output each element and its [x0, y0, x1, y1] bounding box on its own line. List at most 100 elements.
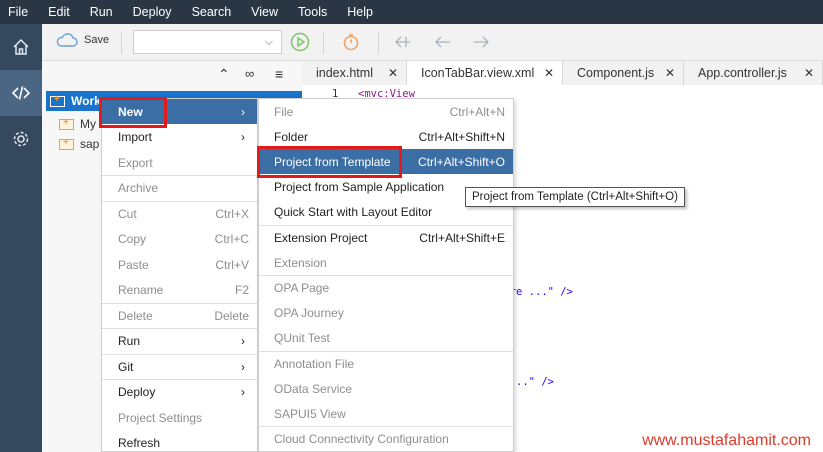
debug-button[interactable]: [340, 31, 362, 53]
close-icon[interactable]: ✕: [544, 66, 554, 80]
forward-button[interactable]: [470, 31, 492, 53]
menu-item-copy: Copy Ctrl+C: [102, 227, 257, 252]
submenu-item-label: File: [274, 104, 294, 119]
submenu-item-extension-project[interactable]: Extension Project Ctrl+Alt+Shift+E: [259, 225, 513, 250]
folder-icon: [59, 117, 74, 130]
development-button[interactable]: [0, 70, 42, 116]
chevron-right-icon: ›: [241, 334, 245, 348]
submenu-item-annotation-file: Annotation File: [259, 351, 513, 376]
menu-item-label: Archive: [118, 181, 159, 195]
submenu-item-extension: Extension: [259, 250, 513, 275]
tab-index-html[interactable]: index.html ✕: [302, 61, 407, 85]
menu-item-label: Run: [118, 334, 141, 348]
submenu-item-label: Extension: [274, 255, 327, 270]
menu-item-label: Rename: [118, 283, 164, 297]
chevron-down-icon: ⌵: [264, 36, 273, 48]
tab-label: index.html: [316, 66, 373, 80]
folder-icon: [50, 94, 65, 107]
tab-component-js[interactable]: Component.js ✕: [563, 61, 684, 85]
save-label: Save: [84, 34, 110, 46]
menu-item-label: Import: [118, 130, 153, 144]
highlight-box-new: [99, 97, 167, 128]
submenu-item-qunit-test: QUnit Test: [259, 326, 513, 351]
menubar: File Edit Run Deploy Search View Tools H…: [0, 0, 823, 24]
menu-item-label: Git: [118, 359, 134, 374]
save-button[interactable]: Save: [56, 33, 109, 47]
menu-item-deploy[interactable]: Deploy ›: [102, 380, 257, 405]
submenu-item-label: SAPUI5 View: [274, 406, 346, 421]
menu-item-label: Deploy: [118, 385, 156, 399]
menu-item-label: Cut: [118, 206, 137, 221]
submenu-item-label: Extension Project: [274, 230, 368, 245]
step-back-button[interactable]: [392, 31, 414, 53]
submenu-item-label: OPA Page: [274, 280, 330, 295]
menu-help[interactable]: Help: [347, 5, 373, 19]
menu-item-shortcut: Ctrl+X: [215, 206, 249, 221]
menu-item-import[interactable]: Import ›: [102, 125, 257, 150]
back-button[interactable]: [432, 31, 454, 53]
menu-item-shortcut: F2: [234, 283, 249, 297]
menu-item-shortcut: Ctrl+V: [215, 257, 249, 272]
tab-app-controller[interactable]: App.controller.js ✕: [684, 61, 823, 85]
menu-edit[interactable]: Edit: [48, 5, 70, 19]
watermark: www.mustafahamit.com: [642, 432, 811, 449]
menu-item-label: Delete: [118, 308, 153, 323]
submenu-item-label: Project from Sample Application: [274, 180, 445, 195]
ide-window: File Edit Run Deploy Search View Tools H…: [0, 0, 823, 452]
play-icon: [290, 32, 310, 52]
submenu-item-shortcut: Ctrl+Alt+Shift+N: [418, 129, 505, 144]
toolbar-divider: [121, 31, 122, 54]
menu-item-label: Export: [118, 155, 153, 170]
submenu-item-label: Cloud Connectivity Configuration: [274, 432, 449, 447]
menu-view[interactable]: View: [251, 5, 278, 19]
tree-item-label: My: [80, 117, 96, 131]
menu-tools[interactable]: Tools: [298, 5, 327, 19]
tree-item[interactable]: My: [59, 115, 96, 133]
submenu-item-file: File Ctrl+Alt+N: [259, 99, 513, 124]
tab-icontabbar-view[interactable]: IconTabBar.view.xml ✕: [407, 61, 563, 86]
menu-icon[interactable]: ≡: [275, 66, 283, 82]
close-icon[interactable]: ✕: [665, 66, 675, 80]
chevron-right-icon: ›: [241, 104, 245, 119]
submenu-item-sapui5-view: SAPUI5 View: [259, 401, 513, 426]
menu-item-refresh[interactable]: Refresh: [102, 431, 257, 452]
close-icon[interactable]: ✕: [804, 66, 814, 80]
chevron-right-icon: ›: [241, 359, 245, 374]
toolbar: Save ⌵: [42, 24, 823, 61]
settings-button[interactable]: [0, 116, 42, 162]
menu-item-rename: Rename F2: [102, 278, 257, 303]
run-config-select[interactable]: ⌵: [133, 30, 282, 54]
menu-item-cut: Cut Ctrl+X: [102, 201, 257, 226]
menu-item-shortcut: Ctrl+C: [214, 232, 249, 246]
home-button[interactable]: [0, 24, 42, 70]
menu-item-run[interactable]: Run ›: [102, 329, 257, 354]
menu-item-shortcut: Delete: [214, 308, 249, 323]
step-back-icon: [395, 36, 410, 48]
menu-item-label: Paste: [118, 257, 149, 272]
menu-item-project-settings: Project Settings: [102, 405, 257, 430]
workspace-header: ⌃ ∞ ≡: [42, 61, 302, 88]
menu-item-paste: Paste Ctrl+V: [102, 252, 257, 277]
tab-label: App.controller.js: [698, 66, 787, 80]
glasses-icon[interactable]: ∞: [245, 66, 254, 81]
submenu-item-shortcut: Ctrl+Alt+Shift+O: [417, 154, 505, 169]
submenu-item-opa-journey: OPA Journey: [259, 301, 513, 326]
menu-item-label: Project Settings: [118, 410, 203, 425]
menu-file[interactable]: File: [8, 5, 28, 19]
folder-icon: [59, 137, 74, 150]
tab-label: Component.js: [577, 66, 655, 80]
arrow-right-icon: [474, 36, 489, 48]
editor-tabs: index.html ✕ IconTabBar.view.xml ✕ Compo…: [302, 61, 823, 86]
menu-item-git[interactable]: Git ›: [102, 354, 257, 379]
submenu-item-label: Annotation File: [274, 356, 355, 371]
tree-item-label: sap: [80, 137, 100, 151]
run-button[interactable]: [289, 31, 311, 53]
tree-item[interactable]: sap: [59, 135, 99, 153]
cloud-icon: [56, 33, 78, 47]
close-icon[interactable]: ✕: [388, 66, 398, 80]
menu-run[interactable]: Run: [90, 5, 113, 19]
menu-search[interactable]: Search: [192, 5, 232, 19]
menu-deploy[interactable]: Deploy: [133, 5, 172, 19]
collapse-icon[interactable]: ⌃: [218, 66, 230, 83]
activity-bar: [0, 24, 42, 452]
